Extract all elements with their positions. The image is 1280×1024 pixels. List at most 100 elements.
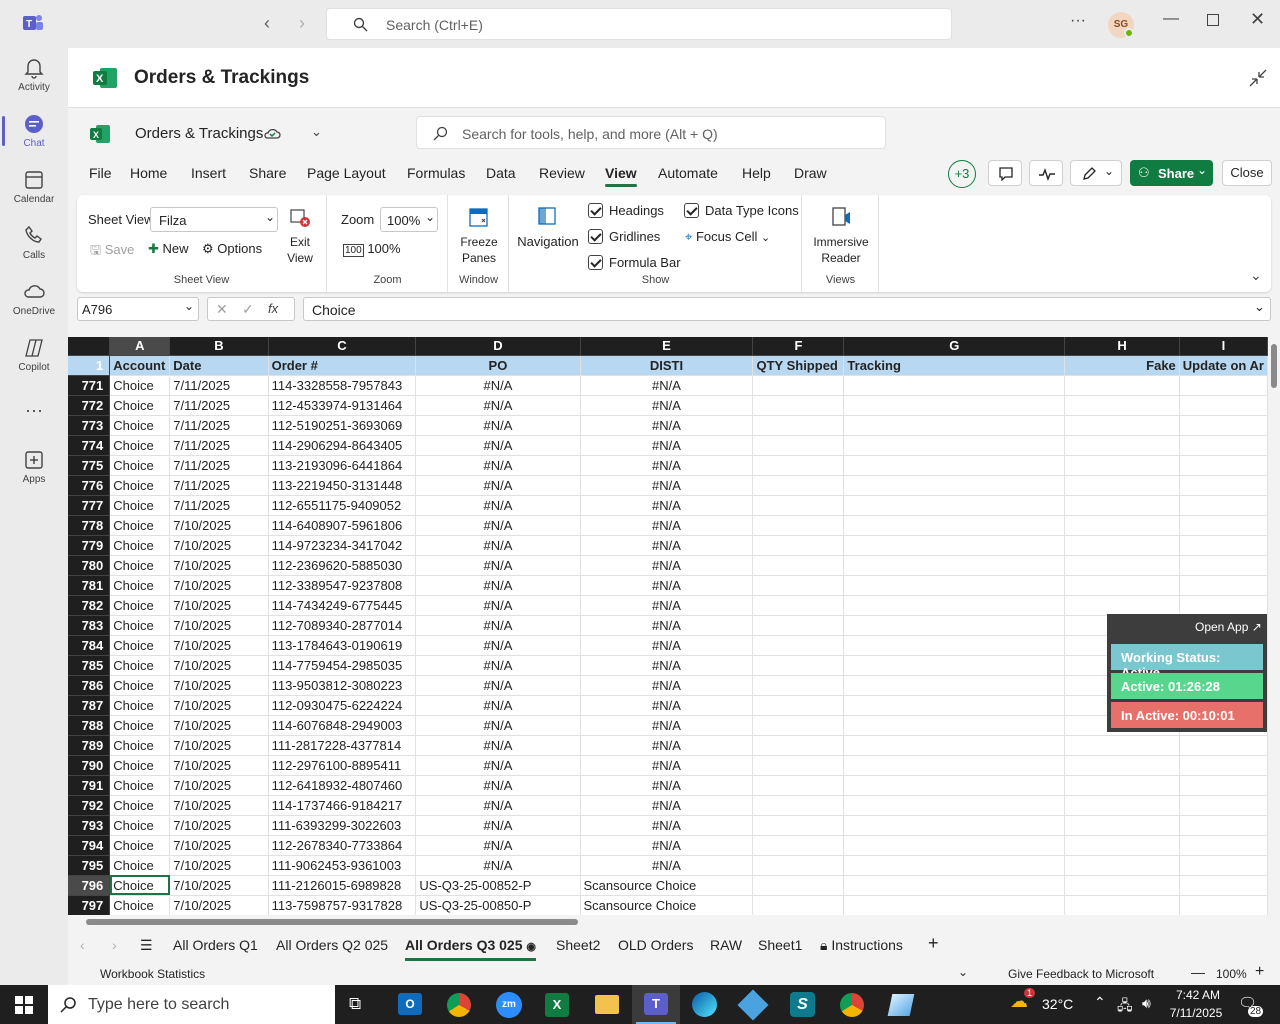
open-app-link[interactable]: Open App ↗ (1195, 620, 1262, 634)
cell-update[interactable] (1179, 455, 1268, 476)
cell-update[interactable] (1179, 875, 1268, 896)
cell-date[interactable]: 7/10/2025 (169, 875, 269, 896)
tab-draw[interactable]: Draw (794, 165, 827, 181)
cell-update[interactable] (1179, 435, 1268, 456)
cell-tracking[interactable] (843, 815, 1066, 836)
app-diamond-icon[interactable] (737, 989, 769, 1021)
cell-account[interactable]: Choice (109, 495, 171, 516)
cell-disti[interactable]: #N/A (580, 635, 754, 656)
cell-po[interactable]: #N/A (415, 675, 581, 696)
formula-bar-checkbox[interactable]: Formula Bar (588, 255, 681, 270)
cell-disti[interactable]: #N/A (580, 555, 754, 576)
row-number[interactable]: 793 (68, 815, 111, 836)
header-cell[interactable]: QTY Shipped (752, 355, 845, 376)
cell-qty-shipped[interactable] (752, 855, 845, 876)
cell-order[interactable]: 113-2193096-6441864 (268, 455, 417, 476)
clock-time[interactable]: 7:42 AM (1170, 988, 1226, 1002)
cell-order[interactable]: 113-1784643-0190619 (268, 635, 417, 656)
cell-qty-shipped[interactable] (752, 875, 845, 896)
expand-ribbon-icon[interactable]: ⌄ (1250, 267, 1262, 284)
cell-update[interactable] (1179, 755, 1268, 776)
cell-account[interactable]: Choice (109, 715, 171, 736)
tab-home[interactable]: Home (130, 165, 167, 181)
zoom-100-button[interactable]: 100 100% (343, 241, 401, 257)
cell-account[interactable]: Choice (109, 435, 171, 456)
workbook-statistics[interactable]: Workbook Statistics (100, 967, 205, 981)
cell-date[interactable]: 7/10/2025 (169, 615, 269, 636)
cell-date[interactable]: 7/11/2025 (169, 395, 269, 416)
row-number[interactable]: 790 (68, 755, 111, 776)
cell-date[interactable]: 7/10/2025 (169, 795, 269, 816)
cell-order[interactable]: 111-2126015-6989828 (268, 875, 417, 896)
data-type-icons-checkbox[interactable]: Data Type Icons (684, 203, 799, 218)
column-header[interactable]: G (843, 337, 1066, 356)
cell-order[interactable]: 112-6418932-4807460 (268, 775, 417, 796)
cell-order[interactable]: 113-9503812-3080223 (268, 675, 417, 696)
gridlines-checkbox[interactable]: Gridlines (588, 229, 660, 244)
cell-tracking[interactable] (843, 855, 1066, 876)
rail-item-calendar[interactable]: Calendar (0, 168, 68, 205)
rail-item-calls[interactable]: Calls (0, 224, 68, 261)
cell-update[interactable] (1179, 535, 1268, 556)
vertical-scrollbar[interactable] (1268, 328, 1280, 918)
volume-icon[interactable]: 🔊︎ (1142, 995, 1151, 1012)
cell-date[interactable]: 7/10/2025 (169, 735, 269, 756)
cell-tracking[interactable] (843, 435, 1066, 456)
cell-po[interactable]: #N/A (415, 575, 581, 596)
row-number[interactable]: 797 (68, 895, 111, 915)
cell-date[interactable]: 7/10/2025 (169, 775, 269, 796)
cell-tracking[interactable] (843, 575, 1066, 596)
row-number[interactable]: 773 (68, 415, 111, 436)
cell-po[interactable]: #N/A (415, 695, 581, 716)
forward-icon[interactable]: › (299, 13, 305, 34)
task-view-icon[interactable]: ⧉ (349, 994, 361, 1014)
cell-po[interactable]: #N/A (415, 515, 581, 536)
sheet-tab[interactable]: All Orders Q2 025 (276, 937, 388, 953)
cell-qty-shipped[interactable] (752, 715, 845, 736)
row-number[interactable]: 792 (68, 795, 111, 816)
row-number[interactable]: 780 (68, 555, 111, 576)
cell-account[interactable]: Choice (109, 375, 171, 396)
cell-update[interactable] (1179, 795, 1268, 816)
cell-qty-shipped[interactable] (752, 675, 845, 696)
cell-date[interactable]: 7/10/2025 (169, 555, 269, 576)
cell-fake[interactable] (1064, 435, 1180, 456)
cell-order[interactable]: 112-7089340-2877014 (268, 615, 417, 636)
cell-order[interactable]: 111-2817228-4377814 (268, 735, 417, 756)
cell-po[interactable]: #N/A (415, 635, 581, 656)
cell-order[interactable]: 111-9062453-9361003 (268, 855, 417, 876)
cell-account[interactable]: Choice (109, 695, 171, 716)
scrollbar-thumb[interactable] (1271, 344, 1277, 388)
cell-fake[interactable] (1064, 735, 1180, 756)
cell-date[interactable]: 7/11/2025 (169, 415, 269, 436)
cell-order[interactable]: 112-0930475-6224224 (268, 695, 417, 716)
editing-mode-button[interactable]: ⌄ (1070, 160, 1122, 186)
taskbar-search-input[interactable]: Type here to search (48, 985, 335, 1024)
cell-tracking[interactable] (843, 635, 1066, 656)
give-feedback-link[interactable]: Give Feedback to Microsoft (1008, 967, 1154, 981)
cell-order[interactable]: 112-2678340-7733864 (268, 835, 417, 856)
cell-account[interactable]: Choice (109, 395, 171, 416)
cell-update[interactable] (1179, 555, 1268, 576)
cell-qty-shipped[interactable] (752, 455, 845, 476)
more-options-icon[interactable]: ··· (1070, 12, 1086, 30)
cell-order[interactable]: 114-7434249-6775445 (268, 595, 417, 616)
cell-disti[interactable]: #N/A (580, 415, 754, 436)
cell-qty-shipped[interactable] (752, 815, 845, 836)
cell-update[interactable] (1179, 595, 1268, 616)
header-cell[interactable]: Account (109, 355, 171, 376)
zoom-out-icon[interactable]: — (1191, 964, 1205, 980)
cell-qty-shipped[interactable] (752, 695, 845, 716)
cell-fake[interactable] (1064, 835, 1180, 856)
cell-disti[interactable]: #N/A (580, 475, 754, 496)
cell-update[interactable] (1179, 495, 1268, 516)
cell-disti[interactable]: #N/A (580, 755, 754, 776)
cell-account[interactable]: Choice (109, 655, 171, 676)
cell-account[interactable]: Choice (109, 475, 171, 496)
file-explorer-icon[interactable] (595, 995, 619, 1014)
excel-app-icon[interactable]: X (545, 993, 569, 1017)
row-number[interactable]: 791 (68, 775, 111, 796)
immersive-reader-button[interactable]: Immersive Reader (807, 205, 875, 266)
cell-account[interactable]: Choice (109, 875, 171, 896)
tab-page-layout[interactable]: Page Layout (307, 165, 386, 181)
